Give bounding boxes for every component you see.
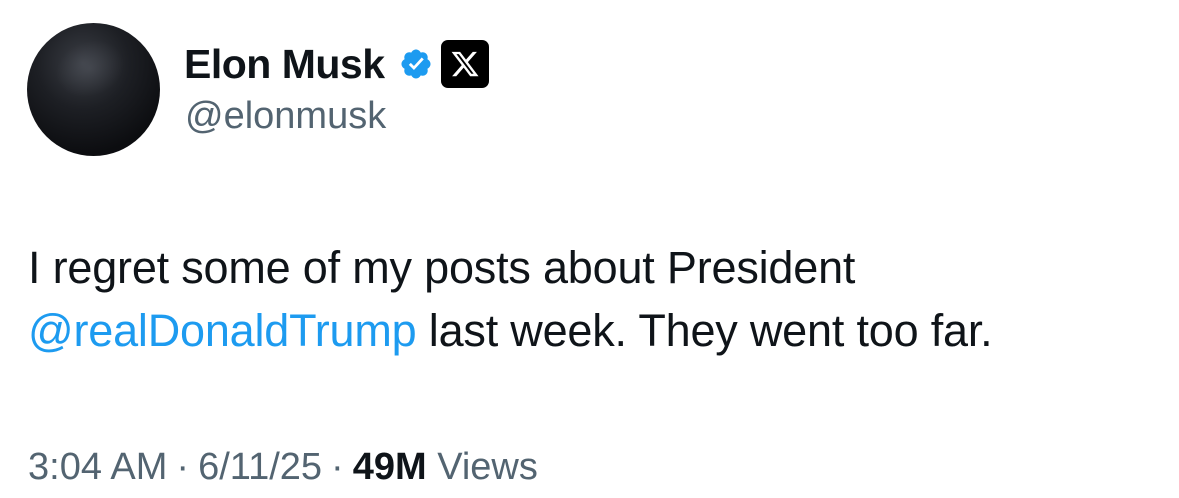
tweet-text: I regret some of my posts about Presiden…	[28, 236, 1158, 362]
author-handle[interactable]: @elonmusk	[185, 95, 386, 138]
avatar[interactable]	[27, 23, 160, 156]
mention-link[interactable]: @realDonaldTrump	[28, 305, 417, 356]
tweet-text-part1: I regret some of my posts about Presiden…	[28, 242, 856, 293]
x-logo-icon	[440, 40, 489, 88]
author-name-row: Elon Musk	[184, 38, 489, 90]
author-display-name[interactable]: Elon Musk	[184, 43, 385, 85]
meta-separator: ·	[176, 446, 190, 488]
tweet-date[interactable]: 6/11/25	[198, 446, 322, 488]
views-label: Views	[437, 446, 538, 488]
avatar-sheen	[47, 30, 133, 107]
tweet-meta: 3:04 AM · 6/11/25 · 49M Views	[28, 446, 538, 489]
views-count[interactable]: 49M	[353, 446, 427, 488]
tweet-time[interactable]: 3:04 AM	[28, 446, 167, 488]
meta-separator: ·	[331, 446, 344, 488]
verified-badge-icon[interactable]	[399, 47, 433, 81]
tweet-text-part2: last week. They went too far.	[416, 305, 993, 356]
